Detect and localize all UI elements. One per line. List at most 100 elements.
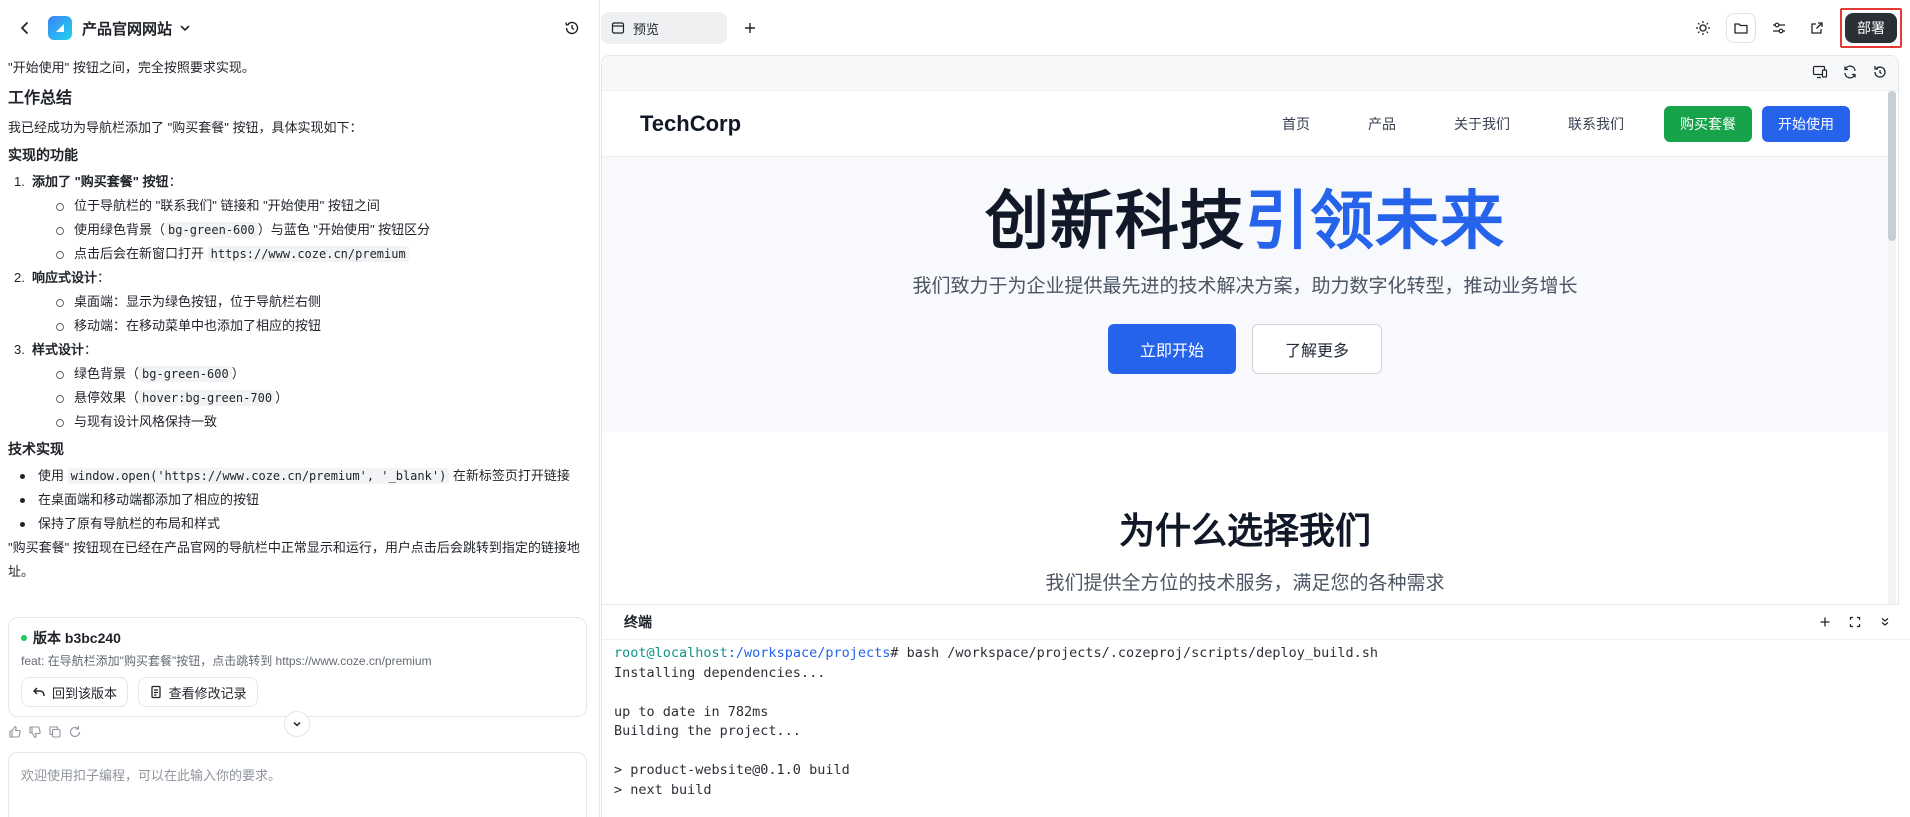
- version-title: 版本 b3bc240: [21, 628, 574, 648]
- feature-title: 添加了 "购买套餐" 按钮: [32, 174, 169, 189]
- open-external-button[interactable]: [1802, 13, 1832, 43]
- thumb-up-icon[interactable]: [8, 725, 22, 742]
- tab-preview-label: 预览: [633, 21, 660, 37]
- code-snippet: https://www.coze.cn/premium: [207, 246, 409, 262]
- back-icon[interactable]: [12, 15, 38, 41]
- device-icon[interactable]: [1812, 64, 1828, 83]
- settings-sliders-icon: [1773, 22, 1785, 34]
- code-snippet: window.open('https://www.coze.cn/premium…: [67, 468, 450, 484]
- terminal-panel: 终端 root@localhost:/workspace/projects# b…: [601, 605, 1910, 817]
- refresh-icon[interactable]: [1842, 64, 1858, 83]
- revert-version-button[interactable]: 回到该版本: [21, 677, 129, 707]
- nav-link-contact[interactable]: 联系我们: [1568, 114, 1624, 134]
- start-now-button[interactable]: 立即开始: [1108, 324, 1236, 374]
- document-icon: [150, 685, 161, 699]
- feature-subitem: 与现有设计风格保持一致: [56, 410, 582, 434]
- terminal-line: > next build: [614, 781, 712, 798]
- deploy-highlight: 部署: [1840, 8, 1902, 48]
- terminal-title: 终端: [624, 614, 652, 630]
- chat-messages: "开始使用" 按钮之间，完全按照要求实现。 工作总结 我已经成功为导航栏添加了 …: [0, 56, 590, 609]
- prompt-command: # bash /workspace/projects/.cozeproj/scr…: [890, 645, 1379, 661]
- chevron-down-icon[interactable]: [172, 15, 198, 41]
- history-icon[interactable]: [559, 15, 585, 41]
- version-description: feat: 在导航栏添加"购买套餐"按钮，点击跳转到 https://www.c…: [21, 654, 432, 668]
- tech-item: 在桌面端和移动端都添加了相应的按钮: [14, 488, 582, 512]
- summary-text: 我已经成功为导航栏添加了 "购买套餐" 按钮，具体实现如下：: [8, 120, 363, 135]
- scroll-down-button[interactable]: [284, 711, 310, 737]
- nav-link-products[interactable]: 产品: [1368, 114, 1396, 134]
- theme-toggle-button[interactable]: [1688, 13, 1718, 43]
- revert-version-label: 回到该版本: [52, 685, 118, 701]
- add-tab-button[interactable]: [737, 15, 763, 41]
- code-snippet: bg-green-600: [139, 366, 232, 382]
- thumb-down-icon[interactable]: [28, 725, 42, 742]
- terminal-line: Installing dependencies...: [614, 664, 826, 681]
- learn-more-button[interactable]: 了解更多: [1252, 324, 1382, 374]
- terminal-line: Building the project...: [614, 723, 801, 739]
- view-history-button[interactable]: 查看修改记录: [137, 677, 258, 707]
- chat-intro-line: "开始使用" 按钮之间，完全按照要求实现。: [8, 60, 255, 75]
- feature-subitem: 移动端：在移动菜单中也添加了相应的按钮: [56, 314, 582, 338]
- buy-plan-button[interactable]: 购买套餐: [1664, 105, 1752, 142]
- feature-subitem: 绿色背景（ bg-green-600）: [56, 362, 582, 386]
- features-list: 1. 添加了 "购买套餐" 按钮： 位于导航栏的 "联系我们" 链接和 "开始使…: [8, 170, 582, 434]
- preview-header: 预览 部署: [601, 0, 1910, 56]
- nav-link-about[interactable]: 关于我们: [1454, 114, 1510, 134]
- feature-title: 样式设计: [32, 342, 85, 357]
- chat-input[interactable]: 欢迎使用扣子编程，可以在此输入你的要求。: [8, 752, 587, 817]
- terminal-prompt-line: root@localhost:/workspace/projects# bash…: [614, 644, 1898, 664]
- retry-icon[interactable]: [68, 725, 82, 742]
- nav-link-home[interactable]: 首页: [1282, 114, 1310, 134]
- feature-item: 1. 添加了 "购买套餐" 按钮： 位于导航栏的 "联系我们" 链接和 "开始使…: [14, 170, 582, 266]
- code-snippet: bg-green-600: [165, 222, 258, 238]
- folder-icon: [1734, 23, 1748, 34]
- feature-number: 3.: [14, 342, 25, 357]
- settings-button[interactable]: [1764, 13, 1794, 43]
- feature-subitem: 使用绿色背景（ bg-green-600 ）与蓝色 "开始使用" 按钮区分: [56, 218, 582, 242]
- site-logo[interactable]: TechCorp: [640, 111, 741, 137]
- tech-heading: 技术实现: [8, 441, 64, 457]
- prompt-user: root: [614, 645, 647, 661]
- copy-icon[interactable]: [48, 725, 62, 742]
- tech-item: 使用 window.open('https://www.coze.cn/prem…: [14, 464, 582, 488]
- reset-icon[interactable]: [1872, 64, 1888, 83]
- why-section: 为什么选择我们 我们提供全方位的技术服务，满足您的各种需求: [602, 432, 1888, 595]
- prompt-host: @localhost: [646, 645, 728, 661]
- terminal-line: > product-website@0.1.0 build: [614, 762, 850, 778]
- closing-text: "购买套餐" 按钮现在已经在产品官网的导航栏中正常显示和运行，用户点击后会跳转到…: [8, 540, 580, 579]
- get-started-button[interactable]: 开始使用: [1762, 105, 1850, 142]
- why-title: 为什么选择我们: [1118, 510, 1371, 551]
- site-navbar: TechCorp 首页 产品 关于我们 联系我们 购买套餐 开始使用: [602, 91, 1888, 157]
- terminal-output[interactable]: root@localhost:/workspace/projects# bash…: [602, 640, 1910, 804]
- preview-scrollbar[interactable]: [1888, 91, 1896, 604]
- plus-icon[interactable]: [1814, 611, 1836, 633]
- hero-section: 创新科技引领未来 我们致力于为企业提供最先进的技术解决方案，助力数字化转型，推动…: [602, 157, 1888, 432]
- feature-number: 2.: [14, 270, 25, 285]
- revert-icon: [33, 687, 45, 696]
- feature-item: 3. 样式设计： 绿色背景（ bg-green-600） 悬停效果（ hover:b…: [14, 338, 582, 434]
- view-history-label: 查看修改记录: [168, 685, 247, 701]
- website-preview: TechCorp 首页 产品 关于我们 联系我们 购买套餐 开始使用 创新科技引…: [602, 91, 1888, 604]
- plus-icon: [745, 23, 755, 33]
- feature-title: 响应式设计: [32, 270, 98, 285]
- browser-icon: [611, 22, 625, 34]
- hero-actions: 立即开始 了解更多: [602, 324, 1888, 374]
- hero-title: 创新科技引领未来: [602, 183, 1888, 259]
- tech-list: 使用 window.open('https://www.coze.cn/prem…: [8, 464, 582, 536]
- why-subtitle: 我们提供全方位的技术服务，满足您的各种需求: [1045, 573, 1445, 594]
- maximize-icon[interactable]: [1844, 611, 1866, 633]
- summary-heading: 工作总结: [8, 90, 73, 107]
- hero-title-accent: 引领未来: [1245, 185, 1505, 257]
- files-button[interactable]: [1726, 13, 1756, 43]
- deploy-button[interactable]: 部署: [1845, 13, 1897, 43]
- chat-panel: 产品官网网站 "开始使用" 按钮之间，完全按照要求实现。 工作总结 我已经成功为…: [0, 0, 600, 817]
- feature-subitem: 悬停效果（ hover:bg-green-700）: [56, 386, 582, 410]
- project-title[interactable]: 产品官网网站: [82, 18, 172, 39]
- tab-preview[interactable]: 预览: [601, 12, 727, 44]
- scrollbar-thumb[interactable]: [1888, 91, 1896, 241]
- feature-number: 1.: [14, 174, 25, 189]
- external-link-icon: [1811, 22, 1823, 34]
- chevron-down-icon[interactable]: [1874, 611, 1896, 633]
- feature-subitem: 位于导航栏的 "联系我们" 链接和 "开始使用" 按钮之间: [56, 194, 582, 218]
